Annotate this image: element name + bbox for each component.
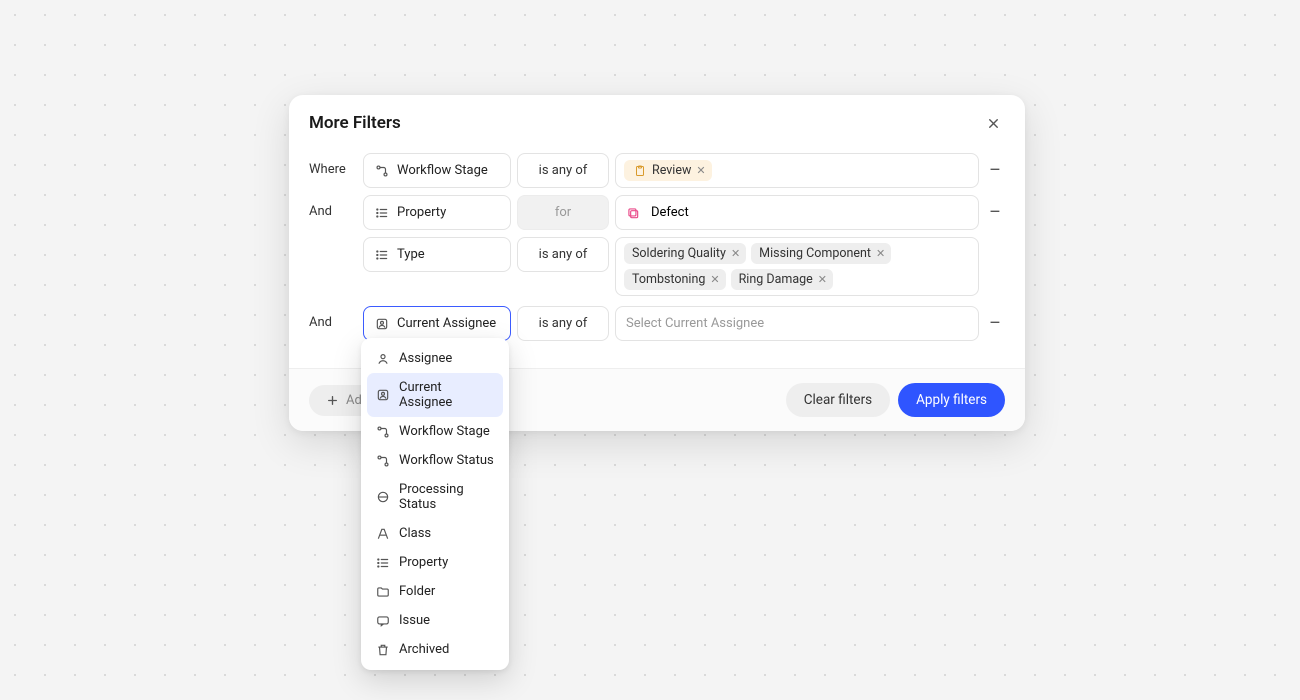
dropdown-item-archived[interactable]: Archived (367, 635, 503, 664)
remove-row-button[interactable]: – (985, 153, 1005, 188)
modal-title: More Filters (309, 113, 401, 133)
chip-remove-icon[interactable]: ✕ (818, 273, 827, 286)
dropdown-item-label: Folder (399, 584, 435, 599)
workflow-icon (374, 163, 389, 178)
list-icon (375, 555, 390, 570)
dropdown-item-label: Current Assignee (399, 380, 495, 410)
dropdown-item-label: Workflow Status (399, 453, 494, 468)
dropdown-item-property[interactable]: Property (367, 548, 503, 577)
value-box[interactable]: Soldering Quality ✕ Missing Component ✕ To… (615, 237, 979, 296)
chip[interactable]: Soldering Quality ✕ (624, 243, 746, 264)
field-label: Property (397, 205, 446, 220)
clear-filters-button[interactable]: Clear filters (786, 383, 890, 417)
value-box[interactable]: Review ✕ (615, 153, 979, 188)
field-label: Current Assignee (397, 316, 496, 331)
user-badge-icon (374, 316, 389, 331)
chip[interactable]: Missing Component ✕ (751, 243, 891, 264)
filter-row: And Property for Defect – (309, 195, 1005, 230)
footer-actions: Clear filters Apply filters (786, 383, 1005, 417)
chip-remove-icon[interactable]: ✕ (731, 247, 740, 260)
class-icon (375, 526, 390, 541)
remove-row-button[interactable]: – (985, 306, 1005, 341)
operator-select[interactable]: is any of (517, 153, 609, 188)
field-dropdown: Assignee Current Assignee Workflow Stage… (361, 338, 509, 670)
user-badge-icon (375, 388, 390, 403)
chip-remove-icon[interactable]: ✕ (696, 164, 705, 177)
row-label: And (309, 195, 357, 219)
value-label: Defect (651, 205, 689, 220)
field-select-workflow-stage[interactable]: Workflow Stage (363, 153, 511, 188)
chip-label: Tombstoning (632, 272, 705, 287)
remove-row-spacer (985, 237, 1005, 272)
operator-select[interactable]: is any of (517, 306, 609, 341)
dropdown-item-workflow-status[interactable]: Workflow Status (367, 446, 503, 475)
dropdown-item-assignee[interactable]: Assignee (367, 344, 503, 373)
dropdown-item-label: Class (399, 526, 431, 541)
chip-label: Soldering Quality (632, 246, 726, 261)
field-select-current-assignee[interactable]: Current Assignee (363, 306, 511, 341)
dropdown-item-label: Workflow Stage (399, 424, 490, 439)
modal-body: Where Workflow Stage is any of Review ✕ … (289, 143, 1025, 368)
dropdown-item-class[interactable]: Class (367, 519, 503, 548)
field-select-property[interactable]: Property (363, 195, 511, 230)
folder-icon (375, 584, 390, 599)
chip-label: Ring Damage (739, 272, 813, 287)
close-button[interactable] (981, 111, 1005, 135)
defect-icon (626, 206, 640, 220)
chip-review[interactable]: Review ✕ (624, 160, 712, 181)
operator-select-disabled: for (517, 195, 609, 230)
issue-icon (375, 613, 390, 628)
filter-row: And Current Assignee is any of Select Cu… (309, 306, 1005, 341)
dropdown-item-label: Property (399, 555, 448, 570)
workflow-icon (375, 453, 390, 468)
operator-select[interactable]: is any of (517, 237, 609, 272)
chip-remove-icon[interactable]: ✕ (710, 273, 719, 286)
chip[interactable]: Ring Damage ✕ (731, 269, 833, 290)
user-icon (375, 351, 390, 366)
field-label: Workflow Stage (397, 163, 488, 178)
row-label: Where (309, 153, 357, 177)
dropdown-item-label: Processing Status (399, 482, 495, 512)
list-icon (374, 205, 389, 220)
value-box[interactable]: Select Current Assignee (615, 306, 979, 341)
dropdown-item-folder[interactable]: Folder (367, 577, 503, 606)
chip-label: Missing Component (759, 246, 871, 261)
apply-filters-button[interactable]: Apply filters (898, 383, 1005, 417)
dropdown-item-label: Archived (399, 642, 449, 657)
dropdown-item-current-assignee[interactable]: Current Assignee (367, 373, 503, 417)
field-label: Type (397, 247, 425, 262)
filter-row: Where Workflow Stage is any of Review ✕ … (309, 153, 1005, 188)
processing-icon (375, 490, 390, 505)
dropdown-item-label: Assignee (399, 351, 452, 366)
dropdown-item-workflow-stage[interactable]: Workflow Stage (367, 417, 503, 446)
field-select-type[interactable]: Type (363, 237, 511, 272)
list-icon (374, 247, 389, 262)
chip-remove-icon[interactable]: ✕ (876, 247, 885, 260)
value-box[interactable]: Defect (615, 195, 979, 230)
value-placeholder: Select Current Assignee (626, 316, 764, 331)
plus-icon (325, 393, 340, 408)
dropdown-item-processing-status[interactable]: Processing Status (367, 475, 503, 519)
trash-icon (375, 642, 390, 657)
chip-label: Review (652, 163, 691, 178)
workflow-icon (375, 424, 390, 439)
dropdown-item-label: Issue (399, 613, 430, 628)
modal-header: More Filters (289, 95, 1025, 143)
dropdown-item-issue[interactable]: Issue (367, 606, 503, 635)
row-label: And (309, 306, 357, 330)
row-label (309, 237, 357, 246)
filter-row: Type is any of Soldering Quality ✕ Missin… (309, 237, 1005, 296)
review-stage-icon (632, 163, 647, 178)
chip[interactable]: Tombstoning ✕ (624, 269, 726, 290)
remove-row-button[interactable]: – (985, 195, 1005, 230)
